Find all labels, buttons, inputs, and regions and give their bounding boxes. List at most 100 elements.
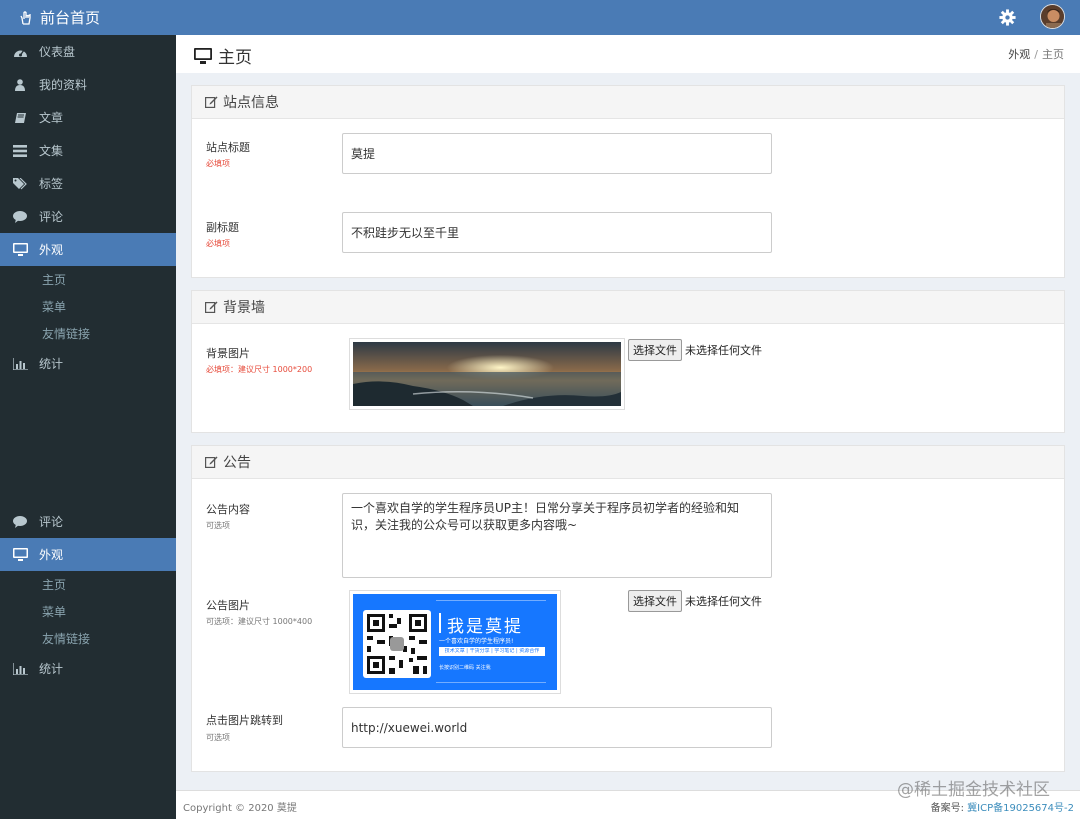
content-header: 主页 外观 / 主页 <box>176 35 1080 73</box>
app-title: 前台首页 <box>40 9 101 27</box>
top-navbar: 前台首页 <box>0 0 1080 35</box>
notice-panel: 公告 公告内容 可选项 一个喜欢自学的学生程序员UP主！日常分享关于程序员初学者… <box>191 445 1065 772</box>
bar-chart-icon <box>12 662 28 676</box>
page-title-text: 主页 <box>218 48 252 68</box>
user-icon <box>12 78 28 92</box>
sidebar-item-label: 外观 <box>39 548 64 562</box>
qr-code <box>363 610 431 678</box>
watermark: @稀土掘金技术社区 <box>897 780 1050 800</box>
notice-content-hint: 可选项 <box>206 521 230 530</box>
panel-header: 背景墙 <box>192 291 1064 324</box>
sidebar-item-label: 统计 <box>39 357 64 371</box>
choose-file-button[interactable]: 选择文件 <box>628 339 682 361</box>
sidebar-subitem-home-repeat[interactable]: 主页 <box>0 571 176 598</box>
subtitle-hint: 必填项 <box>206 239 230 248</box>
file-status: 未选择任何文件 <box>685 595 762 608</box>
sidebar-subitem-menu[interactable]: 菜单 <box>0 293 176 320</box>
background-file-picker: 选择文件 未选择任何文件 <box>628 339 762 361</box>
site-info-panel: 站点信息 站点标题 必填项 莫提 副标题 必填项 不积跬步无以至千里 <box>191 85 1065 278</box>
sidebar-subitem-label: 菜单 <box>42 605 67 619</box>
notice-image-hint: 可选项：建议尺寸 1000*400 <box>206 617 313 626</box>
panel-title: 站点信息 <box>223 95 279 111</box>
breadcrumb: 外观 / 主页 <box>1008 46 1064 62</box>
sidebar-item-label: 标签 <box>39 177 64 191</box>
panel-header: 公告 <box>192 446 1064 479</box>
sidebar-item-dashboard[interactable]: 仪表盘 <box>0 35 176 68</box>
background-image-hint: 必填项：建议尺寸 1000*200 <box>206 365 313 374</box>
sidebar-item-appearance[interactable]: 外观 <box>0 233 176 266</box>
panel-title: 背景墙 <box>223 300 265 316</box>
edit-icon <box>205 301 218 313</box>
banner-footer: 长按识别二维码 关注我 <box>439 665 491 671</box>
sidebar-item-label: 文章 <box>39 111 64 125</box>
panel-header: 站点信息 <box>192 86 1064 119</box>
notice-content-textarea[interactable]: 一个喜欢自学的学生程序员UP主！日常分享关于程序员初学者的经验和知识，关注我的公… <box>342 493 772 578</box>
notice-image-label: 公告图片 <box>206 599 250 612</box>
subtitle-label: 副标题 <box>206 221 239 234</box>
comment-icon <box>12 210 28 224</box>
panel-title: 公告 <box>223 455 251 471</box>
sidebar-item-label: 统计 <box>39 662 64 676</box>
choose-file-button[interactable]: 选择文件 <box>628 590 682 612</box>
sidebar-item-label: 外观 <box>39 243 64 257</box>
sidebar-item-label: 文集 <box>39 144 64 158</box>
notice-file-picker: 选择文件 未选择任何文件 <box>628 590 762 612</box>
sidebar-item-appearance-repeat[interactable]: 外观 <box>0 538 176 571</box>
banner-tags: 技术文章 | 干货分享 | 学习笔记 | 资源合作 <box>439 647 545 656</box>
sidebar-item-profile[interactable]: 我的资料 <box>0 68 176 101</box>
gear-icon[interactable] <box>998 8 1017 27</box>
sidebar-item-collections[interactable]: 文集 <box>0 134 176 167</box>
dashboard-icon <box>12 45 28 59</box>
comment-icon <box>12 515 28 529</box>
sidebar-item-label: 评论 <box>39 210 64 224</box>
sidebar-subitem-links[interactable]: 友情链接 <box>0 320 176 347</box>
hand-icon <box>18 10 34 26</box>
sidebar-subitem-label: 主页 <box>42 578 67 592</box>
site-title-input[interactable]: 莫提 <box>342 133 772 174</box>
monitor-icon <box>194 47 212 64</box>
sidebar: 仪表盘 我的资料 文章 文集 标签 评论 外观 主页 菜单 友情链接 统计 评论… <box>0 35 176 819</box>
icp-info: 备案号: 冀ICP备19025674号-2 <box>931 799 1074 814</box>
file-status: 未选择任何文件 <box>685 344 762 357</box>
sidebar-item-stats-repeat[interactable]: 统计 <box>0 652 176 685</box>
sidebar-subitem-menu-repeat[interactable]: 菜单 <box>0 598 176 625</box>
subtitle-input[interactable]: 不积跬步无以至千里 <box>342 212 772 253</box>
link-input[interactable]: http://xuewei.world <box>342 707 772 748</box>
link-label: 点击图片跳转到 <box>206 714 283 727</box>
site-title-label: 站点标题 <box>206 141 250 154</box>
avatar[interactable] <box>1040 4 1065 29</box>
page-title: 主页 <box>194 43 252 68</box>
site-title-hint: 必填项 <box>206 159 230 168</box>
sidebar-subitem-home[interactable]: 主页 <box>0 266 176 293</box>
bar-chart-icon <box>12 357 28 371</box>
copyright: Copyright © 2020 莫提 <box>183 803 297 814</box>
sidebar-item-stats[interactable]: 统计 <box>0 347 176 380</box>
notice-content-label: 公告内容 <box>206 503 250 516</box>
icp-link[interactable]: 冀ICP备19025674号-2 <box>967 803 1074 814</box>
banner-title: 我是莫提 <box>447 617 523 637</box>
sidebar-item-label: 仪表盘 <box>39 45 76 59</box>
notice-image-preview: 我是莫提 一个喜欢自学的学生程序员! 技术文章 | 干货分享 | 学习笔记 | … <box>349 590 561 694</box>
list-icon <box>12 144 28 158</box>
brand[interactable]: 前台首页 <box>18 0 100 35</box>
breadcrumb-separator: / <box>1034 48 1038 61</box>
sidebar-subitem-links-repeat[interactable]: 友情链接 <box>0 625 176 652</box>
breadcrumb-current: 主页 <box>1042 48 1064 61</box>
icp-label: 备案号: <box>930 803 968 814</box>
background-image-label: 背景图片 <box>206 347 250 360</box>
background-panel: 背景墙 背景图片 必填项：建议尺寸 1000*200 选择文件 未选择任何文件 <box>191 290 1065 433</box>
sidebar-item-comments-repeat[interactable]: 评论 <box>0 505 176 538</box>
sidebar-subitem-label: 友情链接 <box>42 632 91 646</box>
link-hint: 可选项 <box>206 733 230 742</box>
sidebar-item-comments[interactable]: 评论 <box>0 200 176 233</box>
sidebar-subitem-label: 菜单 <box>42 300 67 314</box>
book-icon <box>12 111 28 125</box>
sidebar-item-label: 评论 <box>39 515 64 529</box>
banner-subtitle: 一个喜欢自学的学生程序员! <box>439 638 514 645</box>
sidebar-item-articles[interactable]: 文章 <box>0 101 176 134</box>
breadcrumb-link[interactable]: 外观 <box>1008 48 1030 61</box>
monitor-icon <box>12 548 28 562</box>
sidebar-item-tags[interactable]: 标签 <box>0 167 176 200</box>
tags-icon <box>12 177 28 191</box>
edit-icon <box>205 456 218 468</box>
